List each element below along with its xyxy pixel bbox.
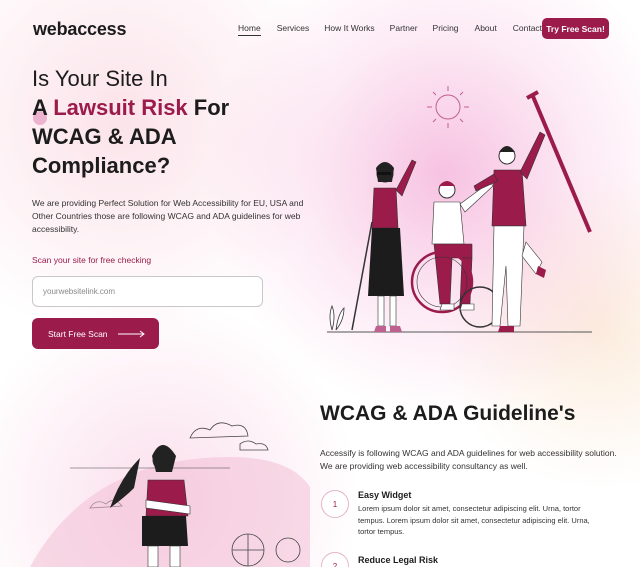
nav-item-pricing[interactable]: Pricing <box>433 23 459 36</box>
arrow-right-icon <box>117 330 145 337</box>
feature-title: Easy Widget <box>358 490 412 500</box>
website-url-input[interactable] <box>32 276 263 307</box>
woman-illustration <box>30 422 310 567</box>
nav-menu: Home Services How It Works Partner Prici… <box>238 23 542 36</box>
top-navigation: webaccess Home Services How It Works Par… <box>0 0 640 58</box>
man-in-wheelchair <box>410 181 501 328</box>
woman-with-cane <box>351 159 417 332</box>
nav-item-home[interactable]: Home <box>238 23 261 36</box>
feature-description: Lorem ipsum dolor sit amet, consectetur … <box>358 504 590 536</box>
plant-icon <box>329 304 345 331</box>
hero-description: We are providing Perfect Solution for We… <box>32 198 304 234</box>
scan-label: Scan your site for free checking <box>32 255 152 265</box>
start-free-scan-button[interactable]: Start Free Scan <box>32 318 159 349</box>
logo[interactable]: webaccess <box>33 19 126 40</box>
nav-item-services[interactable]: Services <box>277 23 310 36</box>
guidelines-title: WCAG & ADA Guideline's <box>320 402 576 425</box>
feature-number-badge: 1 <box>321 490 349 518</box>
hero-title: Is Your Site In A Lawsuit Risk For WCAG … <box>32 64 229 180</box>
nav-item-partner[interactable]: Partner <box>390 23 418 36</box>
start-free-scan-label: Start Free Scan <box>48 328 108 339</box>
hero-title-line2: A Lawsuit Risk For <box>32 95 230 120</box>
sun-icon <box>427 86 469 128</box>
hero-title-line4: Compliance? <box>32 153 171 178</box>
feature-title: Reduce Legal Risk <box>358 555 439 565</box>
try-free-scan-button[interactable]: Try Free Scan! <box>542 18 609 39</box>
man-with-crutch <box>473 90 592 332</box>
accessibility-people-illustration <box>327 86 592 333</box>
nav-item-contact[interactable]: Contact <box>513 23 542 36</box>
nav-item-about[interactable]: About <box>475 23 497 36</box>
guidelines-description: Accessify is following WCAG and ADA guid… <box>320 448 617 471</box>
nav-item-how-it-works[interactable]: How It Works <box>324 23 374 36</box>
hero-title-line1: Is Your Site In <box>32 66 168 91</box>
hero-title-accent: Lawsuit Risk <box>53 95 188 120</box>
hero-title-line3: WCAG & ADA <box>32 124 177 149</box>
